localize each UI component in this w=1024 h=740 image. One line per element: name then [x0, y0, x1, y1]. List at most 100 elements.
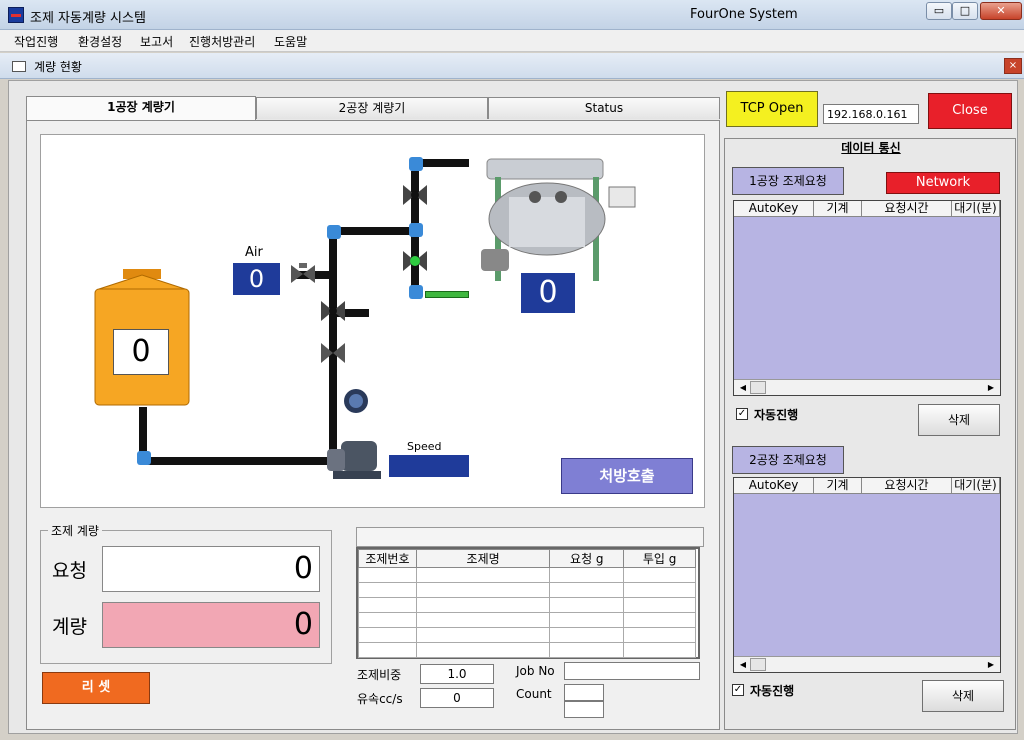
plant1-delete-button[interactable]: 삭제 [918, 404, 1000, 436]
col-header[interactable]: 기계 [814, 201, 862, 216]
mixer-machine-icon [481, 157, 641, 287]
title-bar: 조제 자동계량 시스템 FourOne System ▭ □ ✕ [0, 0, 1024, 30]
col-header[interactable]: 대기(분) [952, 478, 1000, 493]
close-window-button[interactable]: ✕ [980, 2, 1022, 20]
valve-icon[interactable] [403, 185, 427, 205]
table-row[interactable] [358, 567, 696, 583]
plant2-delete-button[interactable]: 삭제 [922, 680, 1004, 712]
table-cell[interactable] [549, 627, 625, 643]
close-button[interactable]: Close [928, 93, 1012, 129]
plant1-request-button[interactable]: 1공장 조제요청 [732, 167, 844, 195]
flow-input[interactable] [420, 688, 494, 708]
table-cell[interactable] [623, 627, 696, 643]
col-header[interactable]: 대기(분) [952, 201, 1000, 216]
table-cell[interactable] [623, 567, 696, 583]
table-cell[interactable] [358, 567, 417, 583]
table-cell[interactable] [415, 582, 551, 598]
ip-address-input[interactable] [823, 104, 919, 124]
table-cell[interactable] [549, 642, 625, 658]
col-header[interactable]: AutoKey [734, 201, 814, 216]
scroll-right-icon[interactable]: ▶ [984, 658, 998, 671]
scroll-thumb[interactable] [750, 381, 766, 394]
col-header[interactable]: 투입 g [623, 549, 696, 568]
jobno-input[interactable] [564, 662, 700, 680]
table-cell[interactable] [415, 567, 551, 583]
scroll-left-icon[interactable]: ◀ [736, 658, 750, 671]
count-input-2[interactable] [564, 701, 604, 718]
plant2-list[interactable]: AutoKey 기계 요청시간 대기(분) ◀ ▶ [733, 477, 1001, 673]
table-cell[interactable] [549, 567, 625, 583]
plant1-hscrollbar[interactable]: ◀ ▶ [734, 379, 1000, 395]
table-cell[interactable] [415, 597, 551, 613]
table-cell[interactable] [358, 612, 417, 628]
speed-value [389, 455, 469, 477]
col-header[interactable]: 조제명 [415, 549, 551, 568]
col-header[interactable]: AutoKey [734, 478, 814, 493]
table-cell[interactable] [358, 597, 417, 613]
scroll-left-icon[interactable]: ◀ [736, 381, 750, 394]
col-header[interactable]: 요청시간 [862, 201, 952, 216]
table-cell[interactable] [415, 612, 551, 628]
menu-prescription[interactable]: 진행처방관리 [189, 33, 255, 50]
ratio-input[interactable] [420, 664, 494, 684]
prescription-call-button[interactable]: 처방호출 [561, 458, 693, 494]
pipe-joint [137, 451, 151, 465]
scroll-thumb[interactable] [750, 658, 766, 671]
table-cell[interactable] [549, 612, 625, 628]
child-window-header: 계량 현황 × [0, 53, 1024, 79]
valve-green-icon[interactable] [403, 251, 427, 271]
tab-plant1[interactable]: 1공장 계량기 [26, 96, 256, 120]
plant2-request-button[interactable]: 2공장 조제요청 [732, 446, 844, 474]
data-comm-title: 데이터 통신 [841, 141, 901, 155]
table-cell[interactable] [549, 582, 625, 598]
table-cell[interactable] [623, 642, 696, 658]
table-row[interactable] [358, 597, 696, 613]
table-cell[interactable] [623, 582, 696, 598]
table-cell[interactable] [623, 597, 696, 613]
plant1-list[interactable]: AutoKey 기계 요청시간 대기(분) ◀ ▶ [733, 200, 1001, 396]
col-header[interactable]: 기계 [814, 478, 862, 493]
pipe-joint [409, 157, 423, 171]
col-header[interactable]: 요청 g [549, 549, 625, 568]
menu-bar: 작업진행 환경설정 보고서 진행처방관리 도움말 [0, 30, 1024, 52]
speed-label: Speed [407, 440, 442, 453]
tab-plant2[interactable]: 2공장 계량기 [256, 97, 488, 119]
plant2-auto-checkbox[interactable]: ✓ [732, 684, 744, 696]
table-cell[interactable] [549, 597, 625, 613]
maximize-button[interactable]: □ [952, 2, 978, 20]
table-cell[interactable] [415, 642, 551, 658]
tcp-open-button[interactable]: TCP Open [726, 91, 818, 127]
scroll-right-icon[interactable]: ▶ [984, 381, 998, 394]
air-valve-icon[interactable] [289, 263, 317, 285]
menu-help[interactable]: 도움말 [274, 33, 307, 50]
weighing-group-title: 조제 계량 [48, 522, 102, 539]
recipe-table: 조제번호 조제명 요청 g 투입 g [356, 547, 700, 659]
plant2-hscrollbar[interactable]: ◀ ▶ [734, 656, 1000, 672]
table-cell[interactable] [358, 642, 417, 658]
col-header[interactable]: 조제번호 [358, 549, 417, 568]
table-cell[interactable] [623, 612, 696, 628]
reset-button[interactable]: 리 셋 [42, 672, 150, 704]
count-label: Count [516, 687, 552, 701]
plant1-auto-checkbox[interactable]: ✓ [736, 408, 748, 420]
minimize-button[interactable]: ▭ [926, 2, 952, 20]
air-value: 0 [233, 263, 280, 295]
menu-report[interactable]: 보고서 [140, 33, 173, 50]
menu-settings[interactable]: 환경설정 [78, 33, 122, 50]
table-row[interactable] [358, 582, 696, 598]
table-cell[interactable] [358, 627, 417, 643]
count-input[interactable] [564, 684, 604, 701]
menu-work[interactable]: 작업진행 [14, 33, 58, 50]
table-cell[interactable] [358, 582, 417, 598]
table-cell[interactable] [415, 627, 551, 643]
table-row[interactable] [358, 642, 696, 658]
table-row[interactable] [358, 612, 696, 628]
pipe-green [425, 291, 469, 298]
tab-status[interactable]: Status [488, 97, 720, 119]
flow-label: 유속cc/s [357, 692, 403, 706]
valve-icon[interactable] [321, 301, 345, 321]
valve-icon[interactable] [321, 343, 345, 363]
col-header[interactable]: 요청시간 [862, 478, 952, 493]
child-close-button[interactable]: × [1004, 58, 1022, 74]
table-row[interactable] [358, 627, 696, 643]
